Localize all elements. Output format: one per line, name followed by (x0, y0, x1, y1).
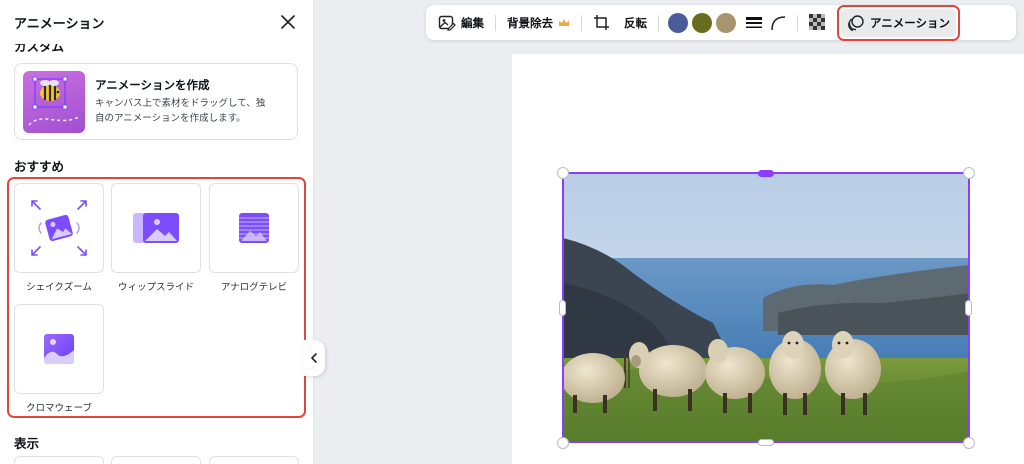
crop-button[interactable] (589, 9, 614, 37)
display-tile[interactable] (111, 456, 201, 464)
analog-tv-thumbnail (209, 183, 299, 273)
toolbar-divider (581, 14, 582, 31)
toolbar-divider (658, 14, 659, 31)
animation-tile-shake-zoom[interactable]: シェイクズーム (14, 183, 104, 293)
display-tile[interactable] (209, 456, 299, 464)
background-remover-button[interactable]: 背景除去 (503, 9, 574, 37)
shake-zoom-thumbnail (14, 183, 104, 273)
chroma-wave-icon (44, 334, 74, 364)
shake-zoom-icon (31, 200, 87, 256)
create-animation-title: アニメーションを作成 (95, 77, 210, 92)
image-edit-icon (438, 15, 456, 31)
display-section-title: 表示 (14, 436, 40, 451)
sheep-photo[interactable] (563, 173, 969, 442)
context-toolbar: 編集 背景除去 反転 アニメーション (426, 4, 1016, 41)
chroma-wave-thumbnail (14, 304, 104, 394)
panel-header: アニメーション (0, 0, 313, 44)
resize-handle-left[interactable] (559, 300, 566, 316)
resize-handle-bottom-left[interactable] (557, 437, 569, 449)
border-style-button[interactable] (742, 9, 766, 37)
transparency-icon (809, 13, 825, 30)
resize-handle-top-left[interactable] (557, 167, 569, 179)
animation-label: クロマウェーブ (26, 403, 92, 414)
resize-handle-bottom-right[interactable] (963, 437, 975, 449)
animation-label: ウィップスライド (117, 282, 194, 293)
animation-label: シェイクズーム (26, 282, 92, 293)
create-animation-description: キャンバス上で素材をドラッグして、独 自のアニメーションを作成します。 (95, 97, 266, 124)
analog-tv-icon (239, 213, 269, 243)
collapse-panel-button[interactable] (303, 340, 325, 376)
animation-tile-chroma-wave[interactable]: クロマウェーブ (14, 304, 104, 414)
animation-label: アナログテレビ (220, 282, 288, 293)
recommended-section-title: おすすめ (14, 159, 65, 174)
whip-slide-thumbnail (111, 183, 201, 273)
animation-button-highlight: アニメーション (837, 4, 961, 41)
bee-animation-thumbnail (23, 70, 85, 133)
chevron-left-icon (311, 353, 317, 363)
color-swatch[interactable] (668, 12, 688, 33)
flip-button[interactable]: 反転 (620, 9, 651, 37)
color-swatch[interactable] (716, 12, 736, 33)
edit-image-button[interactable]: 編集 (434, 9, 488, 37)
toolbar-divider (495, 14, 496, 31)
whip-slide-icon (133, 213, 179, 243)
animation-tile-analog-tv[interactable]: アナログテレビ (209, 183, 299, 293)
create-animation-card[interactable]: アニメーションを作成 キャンバス上で素材をドラッグして、独 自のアニメーションを… (14, 63, 298, 140)
resize-handle-right[interactable] (965, 300, 972, 316)
resize-handle-bottom[interactable] (758, 439, 774, 446)
crown-icon (559, 18, 569, 26)
animation-tile-whip-slide[interactable]: ウィップスライド (111, 183, 201, 293)
panel-title: アニメーション (14, 16, 105, 32)
crop-icon (594, 15, 609, 30)
resize-handle-top-right[interactable] (963, 167, 975, 179)
animate-button[interactable]: アニメーション (841, 8, 957, 37)
resize-handle-top[interactable] (758, 170, 774, 177)
corner-rounding-icon (771, 15, 786, 30)
toolbar-divider (797, 14, 798, 31)
border-style-icon (746, 16, 762, 28)
display-tile[interactable] (14, 456, 104, 464)
corner-rounding-button[interactable] (766, 9, 790, 37)
color-swatch[interactable] (692, 12, 712, 33)
close-icon[interactable] (278, 12, 298, 32)
animation-panel: アニメーション カスタム アニメーションを作成 キャンバス上で素材をドラッグして… (0, 0, 314, 464)
transparency-button[interactable] (805, 9, 831, 37)
animation-icon (848, 14, 864, 31)
